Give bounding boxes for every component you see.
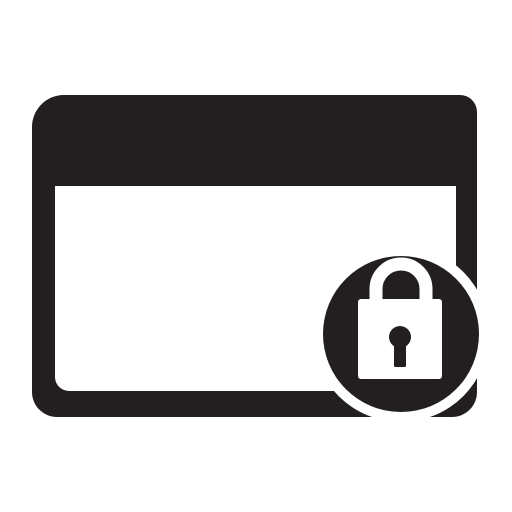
window-control-dot (406, 123, 430, 147)
secure-browser-window-icon (32, 95, 479, 417)
window-control-dot (367, 123, 391, 147)
lock-badge (323, 256, 479, 412)
keyhole-stem (394, 338, 406, 367)
icon-canvas (0, 0, 512, 512)
window-control-dot (328, 123, 352, 147)
